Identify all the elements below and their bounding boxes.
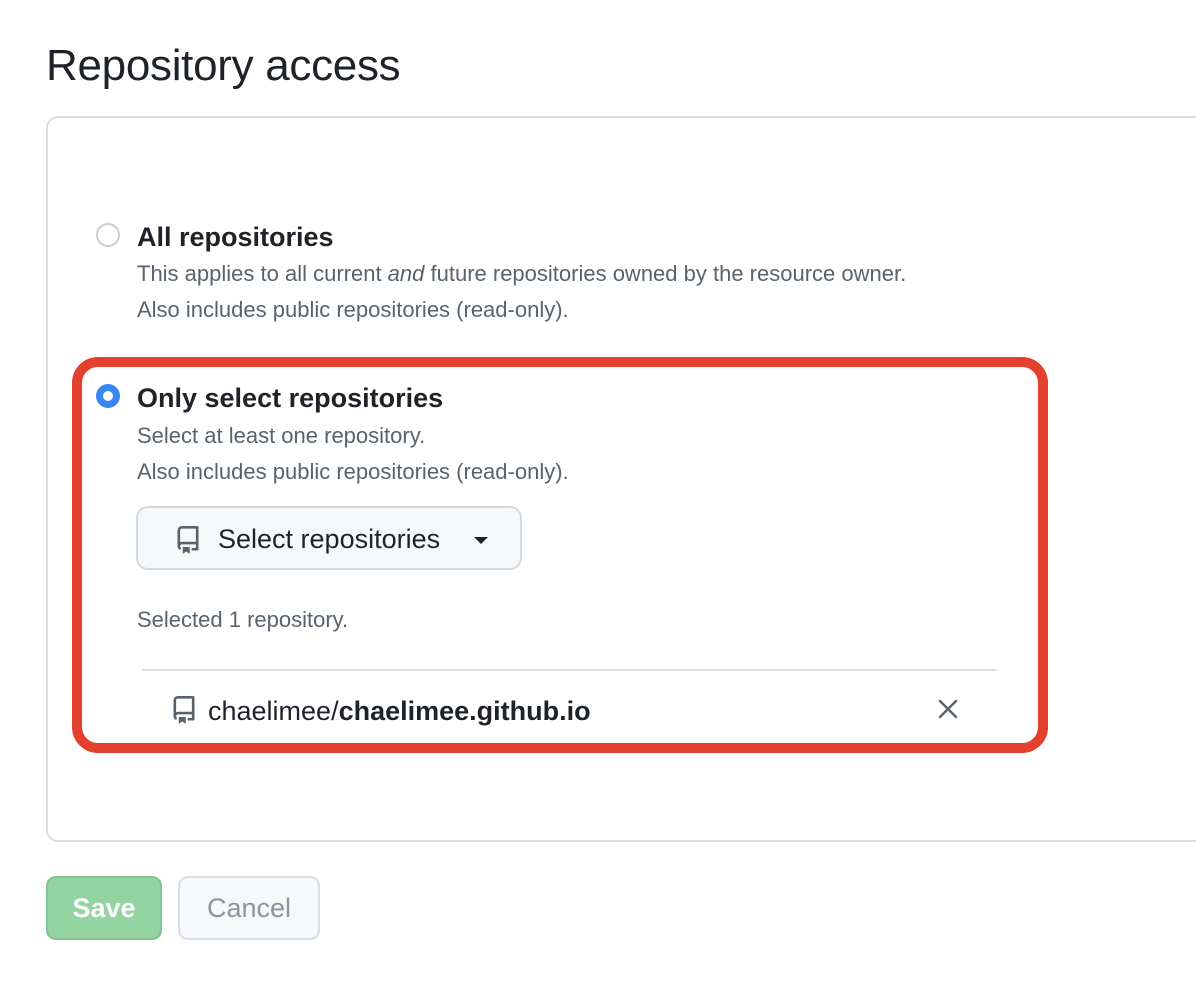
option-all-repositories-description: This applies to all current and future r… bbox=[137, 259, 906, 289]
description-text: This applies to all current bbox=[137, 261, 388, 286]
option-only-select-repositories-note: Also includes public repositories (read-… bbox=[137, 459, 569, 484]
option-only-select-repositories-label[interactable]: Only select repositories bbox=[137, 381, 443, 415]
repository-access-page: Repository access All repositories This … bbox=[0, 0, 1196, 984]
radio-only-select-repositories[interactable] bbox=[96, 384, 120, 408]
repo-icon bbox=[174, 524, 202, 561]
selected-count-text: Selected 1 repository. bbox=[137, 607, 349, 632]
description-text: future repositories owned by the resourc… bbox=[424, 261, 907, 286]
repo-icon bbox=[170, 694, 198, 731]
select-repositories-button[interactable]: Select repositories bbox=[136, 506, 522, 570]
save-button[interactable]: Save bbox=[46, 876, 162, 940]
select-repositories-label: Select repositories bbox=[218, 524, 441, 554]
close-icon bbox=[938, 699, 958, 719]
description-emphasis: and bbox=[387, 261, 425, 286]
cancel-button[interactable]: Cancel bbox=[178, 876, 320, 940]
remove-repo-button[interactable] bbox=[934, 695, 962, 723]
option-all-repositories-note: Also includes public repositories (read-… bbox=[137, 297, 569, 322]
page-title: Repository access bbox=[46, 41, 401, 90]
option-all-repositories-label[interactable]: All repositories bbox=[137, 220, 334, 254]
divider bbox=[142, 669, 997, 671]
repo-owner: chaelimee/ bbox=[208, 696, 339, 726]
radio-all-repositories[interactable] bbox=[96, 223, 120, 247]
selected-repo-name: chaelimee/chaelimee.github.io bbox=[208, 694, 591, 728]
option-only-select-repositories-description: Select at least one repository. bbox=[137, 423, 426, 448]
caret-down-icon bbox=[474, 537, 488, 544]
repo-name: chaelimee.github.io bbox=[338, 696, 591, 726]
